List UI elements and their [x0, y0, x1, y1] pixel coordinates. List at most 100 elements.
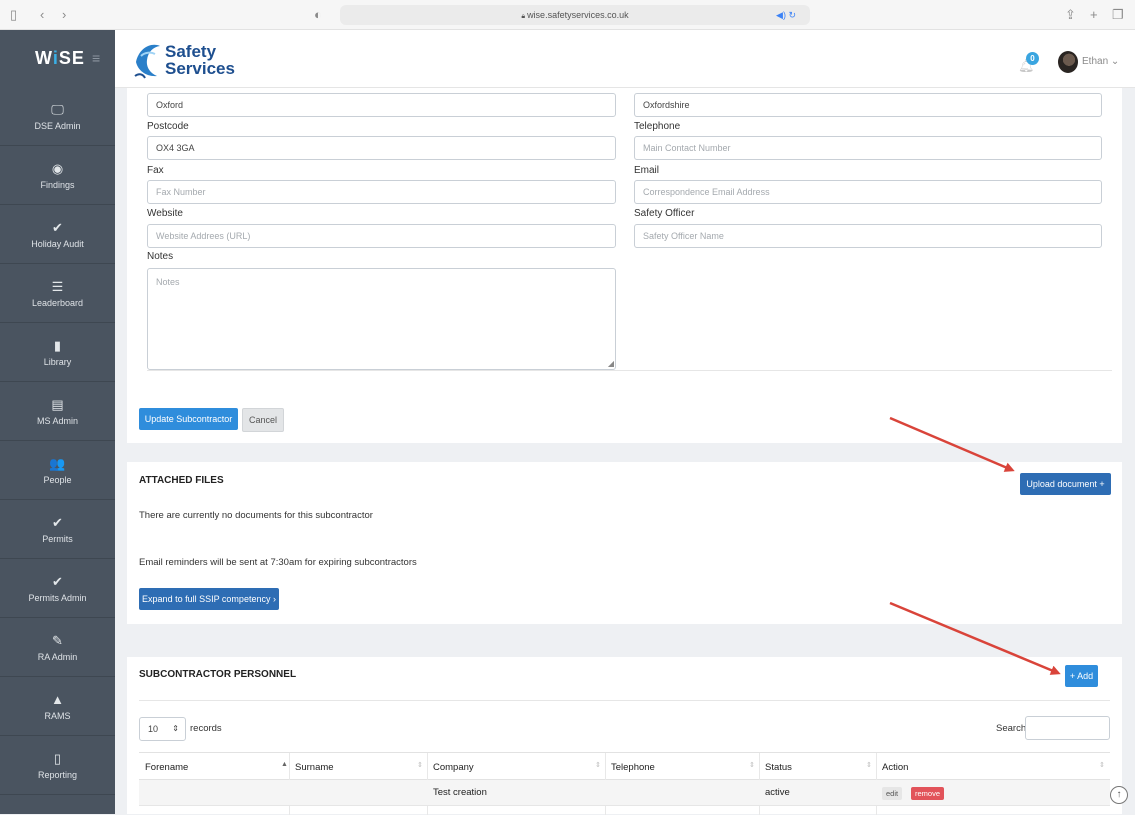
sidebar-item-library[interactable]: ▮ Library: [0, 324, 115, 382]
email-reminder-text: Email reminders will be sent at 7:30am f…: [139, 557, 417, 568]
book-icon: ▮: [53, 338, 62, 353]
resize-grip-icon[interactable]: ◢: [608, 359, 614, 368]
website-field[interactable]: Website Addrees (URL): [147, 224, 616, 248]
fax-field[interactable]: Fax Number: [147, 180, 616, 204]
dolphin-logo-icon: [134, 44, 160, 79]
scroll-to-top-icon[interactable]: ↑: [1110, 786, 1128, 804]
email-label: Email: [634, 165, 660, 176]
document-list-icon: ▤: [51, 397, 64, 412]
user-menu[interactable]: Ethan ⌄: [1082, 56, 1119, 67]
safety-officer-label: Safety Officer: [634, 208, 695, 219]
new-tab-icon[interactable]: +: [1090, 7, 1098, 23]
sidebar-item-holiday-audit[interactable]: ✔ Holiday Audit: [0, 206, 115, 264]
search-label: Search:: [996, 723, 1029, 734]
sidebar-item-rams[interactable]: ▲ RAMS: [0, 678, 115, 736]
sort-icon[interactable]: ⇕: [595, 761, 601, 769]
sidebar-item-reporting[interactable]: ▯ Reporting: [0, 737, 115, 795]
sort-icon[interactable]: ⇕: [866, 761, 872, 769]
website-label: Website: [147, 208, 183, 219]
column-header-status[interactable]: Status: [765, 762, 792, 773]
subcontractor-form-card: Oxford Oxfordshire Postcode Telephone OX…: [127, 88, 1122, 443]
safety-services-logo[interactable]: Safety Services: [133, 40, 333, 82]
notification-badge: 0: [1026, 52, 1039, 65]
warning-icon: ▲: [51, 692, 64, 707]
wise-logo[interactable]: WiSE: [35, 48, 85, 69]
back-icon[interactable]: ‹: [40, 7, 44, 23]
sidebar-item-permits[interactable]: ✔ Permits: [0, 501, 115, 559]
telephone-field[interactable]: Main Contact Number: [634, 136, 1102, 160]
sidebar-toggle-icon[interactable]: ▯: [10, 7, 17, 23]
no-documents-text: There are currently no documents for thi…: [139, 510, 373, 521]
sidebar-item-ra-admin[interactable]: ✎ RA Admin: [0, 619, 115, 677]
people-icon: 👥: [49, 456, 66, 471]
cell-company: Test creation: [433, 787, 487, 798]
postcode-label: Postcode: [147, 121, 189, 132]
notes-label: Notes: [147, 251, 174, 262]
sidebar: 🖵 DSE Admin ◉ Findings ✔ Holiday Audit ☰ Lea…: [0, 88, 115, 814]
eye-icon: ◉: [51, 161, 64, 176]
check-icon: ✔: [52, 574, 63, 589]
divider: [147, 370, 1112, 371]
remove-button[interactable]: remove: [911, 787, 945, 800]
audio-icon[interactable]: ◀︎) ↻: [776, 5, 796, 25]
fax-label: Fax: [147, 165, 164, 176]
brand-panel: WiSE ≡: [0, 30, 115, 88]
sidebar-item-leaderboard[interactable]: ☰ Leaderboard: [0, 265, 115, 323]
report-icon: ▯: [53, 751, 62, 766]
address-bar[interactable]: 🔒︎ wise.safetyservices.co.uk ◀︎) ↻: [340, 5, 810, 25]
pencil-icon: ✎: [52, 633, 63, 648]
monitor-icon: 🖵: [51, 102, 64, 117]
city-field[interactable]: Oxford: [147, 93, 616, 117]
notes-placeholder: Notes: [156, 277, 180, 287]
menu-toggle-icon[interactable]: ≡: [92, 50, 100, 66]
upload-document-button[interactable]: Upload document +: [1020, 473, 1111, 495]
share-icon[interactable]: ⇪: [1065, 7, 1076, 23]
browser-toolbar: ▯ ‹ › ◐ 🔒︎ wise.safetyservices.co.uk ◀︎)…: [0, 0, 1135, 30]
personnel-table: Forename ▲ Surname ⇕ Company ⇕ Telephone…: [139, 752, 1110, 815]
privacy-shield-icon[interactable]: ◐: [314, 7, 322, 23]
sidebar-item-permits-admin[interactable]: ✔ Permits Admin: [0, 560, 115, 618]
records-per-page-select[interactable]: 10 ⇕: [139, 717, 186, 741]
edit-button[interactable]: edit: [882, 787, 903, 800]
notes-textarea[interactable]: Notes ◢: [147, 268, 616, 370]
list-icon: ☰: [51, 279, 64, 294]
expand-ssip-button[interactable]: Expand to full SSIP competency ›: [139, 588, 279, 610]
add-personnel-button[interactable]: + Add: [1065, 665, 1098, 687]
update-subcontractor-button[interactable]: Update Subcontractor: [139, 408, 238, 430]
url-text: wise.safetyservices.co.uk: [527, 10, 629, 20]
app-header: WiSE ≡ Safety Services 🔔︎ 0 Ethan ⌄: [0, 30, 1135, 88]
attached-files-heading: ATTACHED FILES: [139, 475, 224, 486]
email-field[interactable]: Correspondence Email Address: [634, 180, 1102, 204]
search-input[interactable]: [1025, 716, 1110, 740]
records-label: records: [190, 723, 222, 734]
county-field[interactable]: Oxfordshire: [634, 93, 1102, 117]
column-header-action[interactable]: Action: [882, 762, 908, 773]
personnel-heading: SUBCONTRACTOR PERSONNEL: [139, 669, 297, 680]
column-header-telephone[interactable]: Telephone: [611, 762, 655, 773]
column-header-company[interactable]: Company: [433, 762, 474, 773]
sidebar-item-people[interactable]: 👥 People: [0, 442, 115, 500]
sidebar-item-ms-admin[interactable]: ▤ MS Admin: [0, 383, 115, 441]
telephone-label: Telephone: [634, 121, 681, 132]
sort-icon[interactable]: ⇕: [749, 761, 755, 769]
safety-officer-field[interactable]: Safety Officer Name: [634, 224, 1102, 248]
sidebar-item-dse-admin[interactable]: 🖵 DSE Admin: [0, 88, 115, 146]
table-row: Test creation active edit remove: [139, 780, 1110, 806]
select-arrows-icon: ⇕: [172, 724, 179, 733]
divider: [139, 700, 1110, 701]
cancel-button[interactable]: Cancel: [242, 408, 284, 432]
avatar[interactable]: [1058, 51, 1078, 73]
attached-files-card: ATTACHED FILES Upload document + There a…: [127, 462, 1122, 624]
check-icon: ✔: [52, 515, 63, 530]
sort-asc-icon[interactable]: ▲: [281, 761, 288, 768]
tabs-overview-icon[interactable]: ❐: [1112, 7, 1124, 23]
sort-icon[interactable]: ⇕: [1099, 761, 1105, 769]
sort-icon[interactable]: ⇕: [417, 761, 423, 769]
forward-icon[interactable]: ›: [62, 7, 66, 23]
column-header-surname[interactable]: Surname: [295, 762, 334, 773]
postcode-field[interactable]: OX4 3GA: [147, 136, 616, 160]
cell-status: active: [765, 787, 790, 798]
sidebar-item-findings[interactable]: ◉ Findings: [0, 147, 115, 205]
column-header-forename[interactable]: Forename: [145, 762, 188, 773]
notifications-button[interactable]: 🔔︎ 0: [1018, 52, 1039, 73]
